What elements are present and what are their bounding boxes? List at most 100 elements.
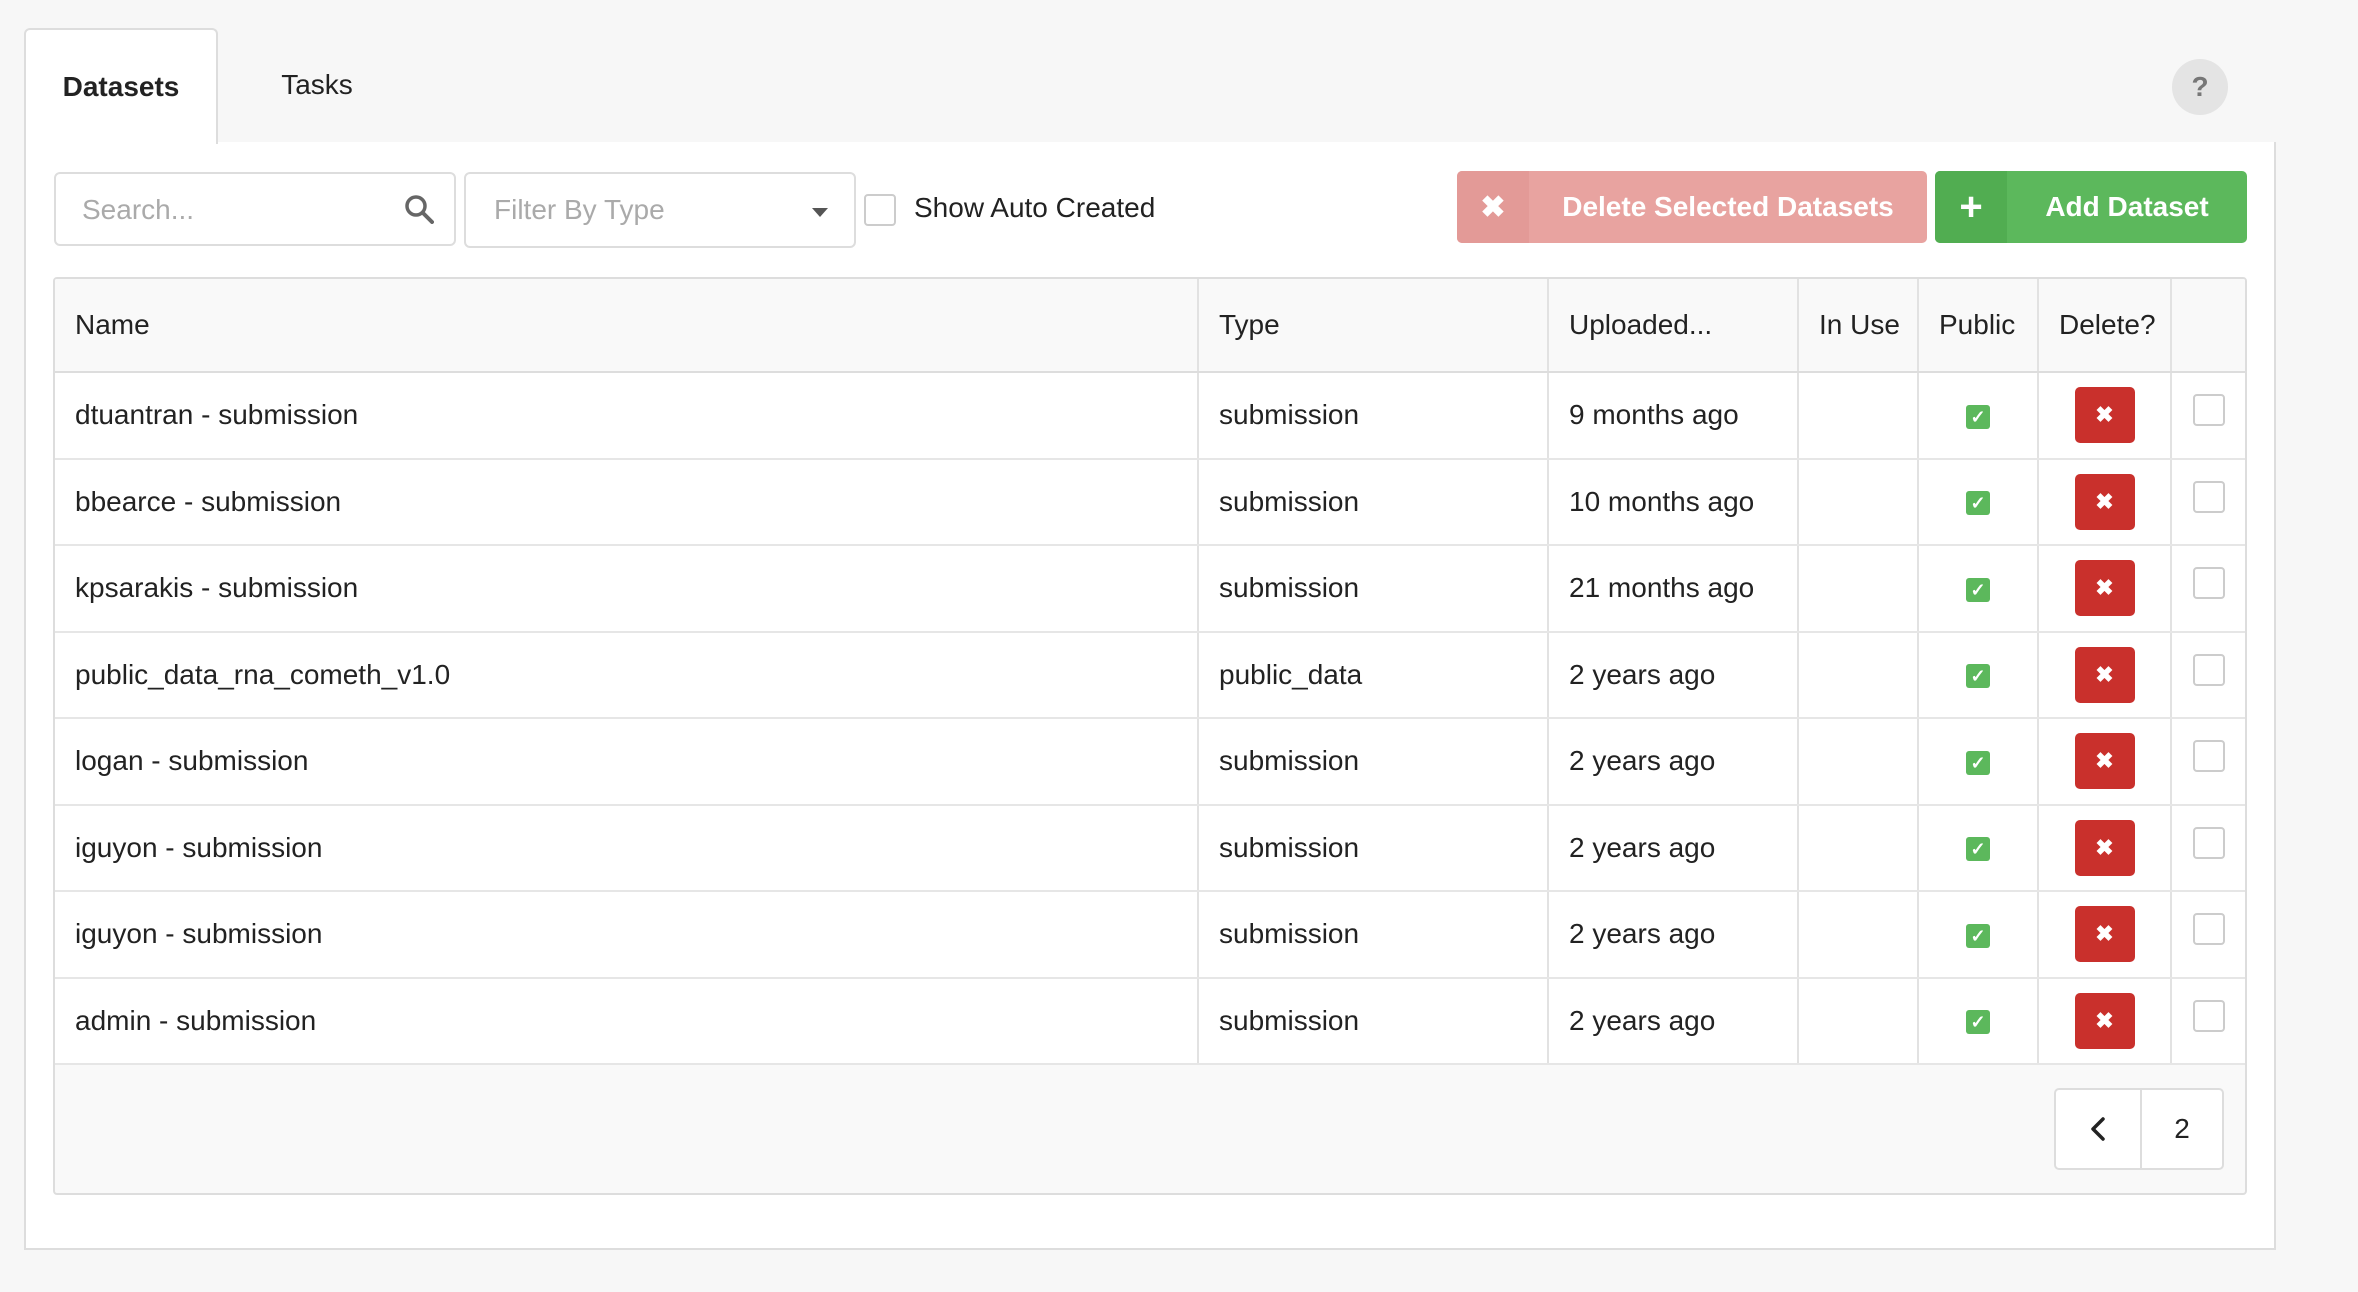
row-select-checkbox[interactable] <box>2192 394 2225 427</box>
cell-name[interactable]: logan - submission <box>55 718 1199 806</box>
table-header-row: Name Type Uploaded... In Use Public Dele… <box>55 279 2245 373</box>
header-type[interactable]: Type <box>1198 279 1549 373</box>
delete-row-button[interactable]: ✖ <box>2074 473 2135 530</box>
cell-in-use <box>1798 804 1919 892</box>
cell-in-use <box>1798 458 1919 546</box>
delete-row-button[interactable]: ✖ <box>2074 906 2135 963</box>
cell-delete: ✖ <box>2038 977 2172 1065</box>
header-in-use[interactable]: In Use <box>1798 279 1919 373</box>
delete-selected-label: Delete Selected Datasets <box>1562 191 1894 222</box>
header-select <box>2171 279 2245 373</box>
plus-icon: + <box>1935 171 2007 243</box>
cell-public: ✓ <box>1918 458 2039 546</box>
help-button[interactable]: ? <box>2172 59 2228 115</box>
check-icon[interactable]: ✓ <box>1966 404 1990 429</box>
check-icon[interactable]: ✓ <box>1966 837 1990 862</box>
header-public[interactable]: Public <box>1918 279 2039 373</box>
delete-row-button[interactable]: ✖ <box>2074 733 2135 790</box>
check-icon[interactable]: ✓ <box>1966 577 1990 602</box>
cell-type: submission <box>1198 458 1549 546</box>
cell-type: submission <box>1198 718 1549 806</box>
cell-public: ✓ <box>1918 977 2039 1065</box>
delete-row-button[interactable]: ✖ <box>2074 560 2135 617</box>
check-icon[interactable]: ✓ <box>1966 664 1990 689</box>
table-row: bbearce - submission submission 10 months … <box>55 458 2245 546</box>
search-input[interactable] <box>56 174 424 246</box>
delete-row-button[interactable]: ✖ <box>2074 992 2135 1049</box>
cell-public: ✓ <box>1918 718 2039 806</box>
check-icon[interactable]: ✓ <box>1966 1010 1990 1035</box>
show-auto-created-checkbox[interactable] <box>864 194 896 226</box>
header-uploaded[interactable]: Uploaded... <box>1548 279 1799 373</box>
check-icon[interactable]: ✓ <box>1966 750 1990 775</box>
cell-name[interactable]: bbearce - submission <box>55 458 1199 546</box>
cell-name[interactable]: admin - submission <box>55 977 1199 1065</box>
cell-delete: ✖ <box>2038 631 2172 719</box>
cell-uploaded: 2 years ago <box>1548 718 1799 806</box>
cell-type: public_data <box>1198 631 1549 719</box>
cell-name[interactable]: iguyon - submission <box>55 804 1199 892</box>
cell-type: submission <box>1198 977 1549 1065</box>
delete-row-button[interactable]: ✖ <box>2074 387 2135 444</box>
row-select-checkbox[interactable] <box>2192 826 2225 859</box>
cell-name[interactable]: public_data_rna_cometh_v1.0 <box>55 631 1199 719</box>
cell-public: ✓ <box>1918 631 2039 719</box>
cell-delete: ✖ <box>2038 804 2172 892</box>
cell-delete: ✖ <box>2038 718 2172 806</box>
row-select-checkbox[interactable] <box>2192 567 2225 600</box>
delete-row-button[interactable]: ✖ <box>2074 819 2135 876</box>
check-icon[interactable]: ✓ <box>1966 491 1990 516</box>
chevron-left-icon <box>2091 1117 2105 1141</box>
cell-uploaded: 2 years ago <box>1548 977 1799 1065</box>
cell-select <box>2171 372 2245 460</box>
cell-uploaded: 9 months ago <box>1548 372 1799 460</box>
row-select-checkbox[interactable] <box>2192 999 2225 1032</box>
cell-public: ✓ <box>1918 891 2039 979</box>
tab-bar: Datasets Tasks <box>24 28 2276 144</box>
cell-type: submission <box>1198 891 1549 979</box>
page-number[interactable]: 2 <box>2142 1090 2222 1168</box>
cell-in-use <box>1798 545 1919 633</box>
tab-datasets[interactable]: Datasets <box>24 28 218 144</box>
caret-down-icon <box>812 208 828 217</box>
table-row: kpsarakis - submission submission 21 month… <box>55 545 2245 633</box>
cell-uploaded: 2 years ago <box>1548 804 1799 892</box>
delete-selected-datasets-button[interactable]: ✖ Delete Selected Datasets <box>1457 171 1927 243</box>
cell-in-use <box>1798 631 1919 719</box>
cell-uploaded: 10 months ago <box>1548 458 1799 546</box>
row-select-checkbox[interactable] <box>2192 913 2225 946</box>
filter-by-type-select[interactable]: Filter By Type <box>464 172 856 248</box>
search-box <box>54 172 456 246</box>
datasets-table: Name Type Uploaded... In Use Public Dele… <box>53 277 2247 1195</box>
cell-select <box>2171 631 2245 719</box>
cell-uploaded: 21 months ago <box>1548 545 1799 633</box>
header-name[interactable]: Name <box>55 279 1199 373</box>
table-row: public_data_rna_cometh_v1.0 public_data 2 … <box>55 631 2245 719</box>
table-row: iguyon - submission submission 2 years ago… <box>55 804 2245 892</box>
cell-public: ✓ <box>1918 545 2039 633</box>
cell-select <box>2171 977 2245 1065</box>
cell-delete: ✖ <box>2038 891 2172 979</box>
cell-select <box>2171 545 2245 633</box>
row-select-checkbox[interactable] <box>2192 480 2225 513</box>
search-icon[interactable] <box>404 194 434 229</box>
header-delete[interactable]: Delete? <box>2038 279 2172 373</box>
add-dataset-button[interactable]: + Add Dataset <box>1935 171 2247 243</box>
previous-page-button[interactable] <box>2056 1090 2142 1168</box>
cell-select <box>2171 718 2245 806</box>
cell-name[interactable]: dtuantran - submission <box>55 372 1199 460</box>
check-icon[interactable]: ✓ <box>1966 923 1990 948</box>
times-icon: ✖ <box>1457 171 1529 243</box>
row-select-checkbox[interactable] <box>2192 740 2225 773</box>
delete-row-button[interactable]: ✖ <box>2074 646 2135 703</box>
cell-uploaded: 2 years ago <box>1548 891 1799 979</box>
cell-delete: ✖ <box>2038 372 2172 460</box>
cell-name[interactable]: iguyon - submission <box>55 891 1199 979</box>
tab-tasks[interactable]: Tasks <box>232 28 402 142</box>
show-auto-created-label[interactable]: Show Auto Created <box>914 192 1155 224</box>
cell-select <box>2171 891 2245 979</box>
cell-type: submission <box>1198 372 1549 460</box>
row-select-checkbox[interactable] <box>2192 653 2225 686</box>
cell-public: ✓ <box>1918 372 2039 460</box>
cell-name[interactable]: kpsarakis - submission <box>55 545 1199 633</box>
